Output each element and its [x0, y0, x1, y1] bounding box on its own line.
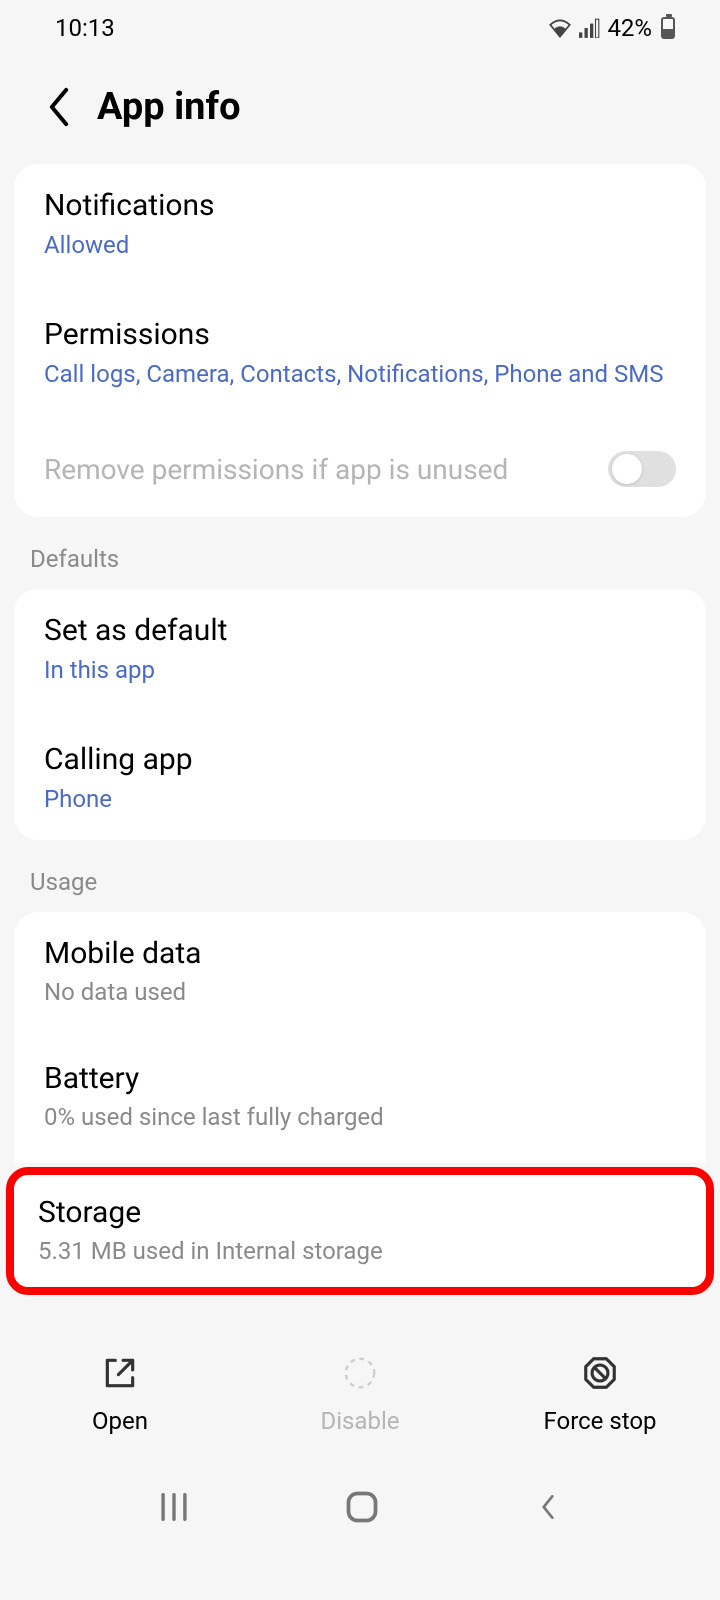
nav-home-button[interactable]: [344, 1489, 380, 1525]
battery-value: 0% used since last fully charged: [44, 1102, 676, 1133]
set-default-value: In this app: [44, 654, 676, 688]
chevron-left-icon: [45, 87, 73, 127]
defaults-card: Set as default In this app Calling app P…: [14, 589, 706, 840]
signal-icon: [579, 18, 601, 38]
calling-app-item[interactable]: Calling app Phone: [14, 712, 706, 841]
notifications-title: Notifications: [44, 188, 676, 223]
storage-title: Storage: [38, 1195, 682, 1230]
recent-icon: [157, 1492, 191, 1522]
notifications-value: Allowed: [44, 229, 676, 263]
wifi-icon: [547, 17, 573, 39]
settings-card-1: Notifications Allowed Permissions Call l…: [14, 164, 706, 517]
switch-knob: [612, 454, 642, 484]
open-icon: [101, 1354, 139, 1392]
remove-permissions-toggle-row[interactable]: Remove permissions if app is unused: [14, 415, 706, 517]
mobile-data-title: Mobile data: [44, 936, 676, 971]
page-title: App info: [97, 85, 241, 129]
status-icons: 42%: [547, 14, 675, 42]
nav-recent-button[interactable]: [157, 1492, 191, 1522]
set-default-title: Set as default: [44, 613, 676, 648]
nav-back-icon: [533, 1492, 563, 1522]
disable-icon: [341, 1354, 379, 1392]
force-stop-button[interactable]: Force stop: [481, 1353, 719, 1435]
navigation-bar: [0, 1463, 720, 1545]
header: App info: [0, 55, 720, 164]
notifications-item[interactable]: Notifications Allowed: [14, 164, 706, 287]
usage-card: Mobile data No data used Battery 0% used…: [14, 912, 706, 1162]
battery-title: Battery: [44, 1061, 676, 1096]
disable-button: Disable: [241, 1353, 479, 1435]
calling-app-title: Calling app: [44, 742, 676, 777]
nav-back-button[interactable]: [533, 1492, 563, 1522]
disable-label: Disable: [320, 1407, 399, 1435]
battery-percent: 42%: [607, 14, 652, 42]
permissions-item[interactable]: Permissions Call logs, Camera, Contacts,…: [14, 287, 706, 416]
calling-app-value: Phone: [44, 783, 676, 817]
defaults-header: Defaults: [0, 517, 720, 589]
set-default-item[interactable]: Set as default In this app: [14, 589, 706, 712]
storage-item[interactable]: Storage 5.31 MB used in Internal storage: [14, 1175, 706, 1287]
bottom-action-bar: Open Disable Force stop: [0, 1323, 720, 1463]
storage-highlight: Storage 5.31 MB used in Internal storage: [6, 1167, 714, 1295]
storage-value: 5.31 MB used in Internal storage: [38, 1236, 682, 1267]
mobile-data-item[interactable]: Mobile data No data used: [14, 912, 706, 1032]
status-bar: 10:13 42%: [0, 0, 720, 55]
remove-permissions-switch[interactable]: [608, 451, 676, 487]
open-button[interactable]: Open: [1, 1353, 239, 1435]
permissions-value: Call logs, Camera, Contacts, Notificatio…: [44, 358, 676, 392]
usage-header: Usage: [0, 840, 720, 912]
battery-icon: [661, 17, 675, 39]
back-button[interactable]: [45, 87, 73, 127]
force-stop-label: Force stop: [543, 1407, 656, 1435]
mobile-data-value: No data used: [44, 977, 676, 1008]
open-label: Open: [92, 1407, 148, 1435]
force-stop-icon: [581, 1354, 619, 1392]
permissions-title: Permissions: [44, 317, 676, 352]
home-icon: [344, 1489, 380, 1525]
remove-permissions-label: Remove permissions if app is unused: [44, 453, 508, 486]
battery-item[interactable]: Battery 0% used since last fully charged: [14, 1033, 706, 1157]
status-time: 10:13: [55, 14, 115, 42]
